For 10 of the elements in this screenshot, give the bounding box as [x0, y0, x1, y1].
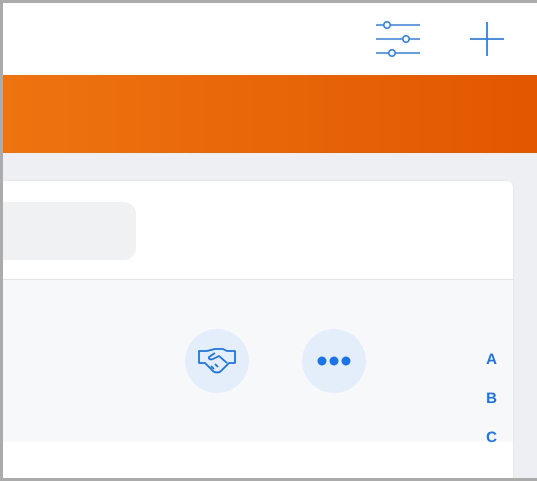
handshake-icon [197, 347, 237, 375]
search-field[interactable] [3, 202, 136, 260]
ellipsis-icon [317, 356, 351, 366]
filter-button[interactable] [375, 20, 421, 58]
add-icon [469, 21, 505, 57]
sliders-icon [375, 20, 421, 58]
index-letter[interactable]: B [486, 390, 497, 408]
add-button[interactable] [469, 21, 505, 57]
index-letter[interactable]: A [486, 351, 497, 369]
index-letter[interactable]: C [486, 429, 497, 447]
